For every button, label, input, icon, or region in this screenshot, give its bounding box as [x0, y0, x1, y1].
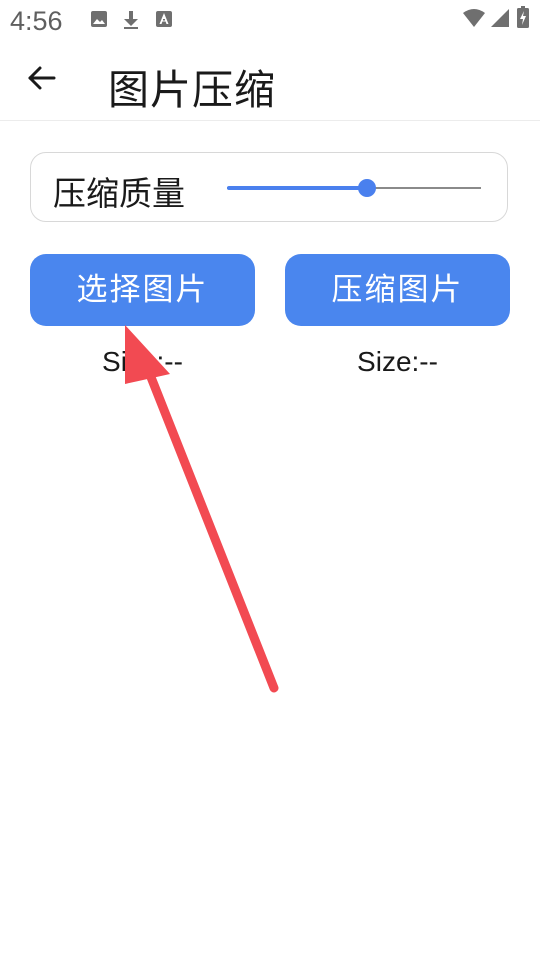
a-badge-icon [155, 10, 173, 32]
quality-label: 压缩质量 [53, 174, 185, 213]
app-bar: 图片压缩 [0, 44, 540, 121]
signal-icon [490, 8, 510, 32]
quality-slider[interactable] [227, 173, 481, 203]
download-icon [122, 10, 140, 34]
wifi-icon [462, 8, 486, 32]
slider-thumb[interactable] [357, 179, 376, 197]
arrow-left-icon [22, 66, 62, 102]
status-time: 4:56 [10, 6, 63, 36]
annotation-arrow [125, 325, 279, 693]
battery-icon [517, 6, 529, 32]
page-title: 图片压缩 [108, 66, 276, 114]
status-bar: 4:56 [0, 0, 540, 44]
compress-image-button[interactable]: 压缩图片 [285, 254, 510, 326]
slider-fill [227, 186, 367, 190]
compressed-size-text: Size:-- [357, 346, 438, 377]
quality-card: 压缩质量 [30, 152, 508, 222]
select-image-button[interactable]: 选择图片 [30, 254, 255, 326]
image-icon [90, 10, 108, 32]
back-button[interactable] [22, 58, 62, 98]
original-size-text: Size:-- [102, 346, 183, 377]
